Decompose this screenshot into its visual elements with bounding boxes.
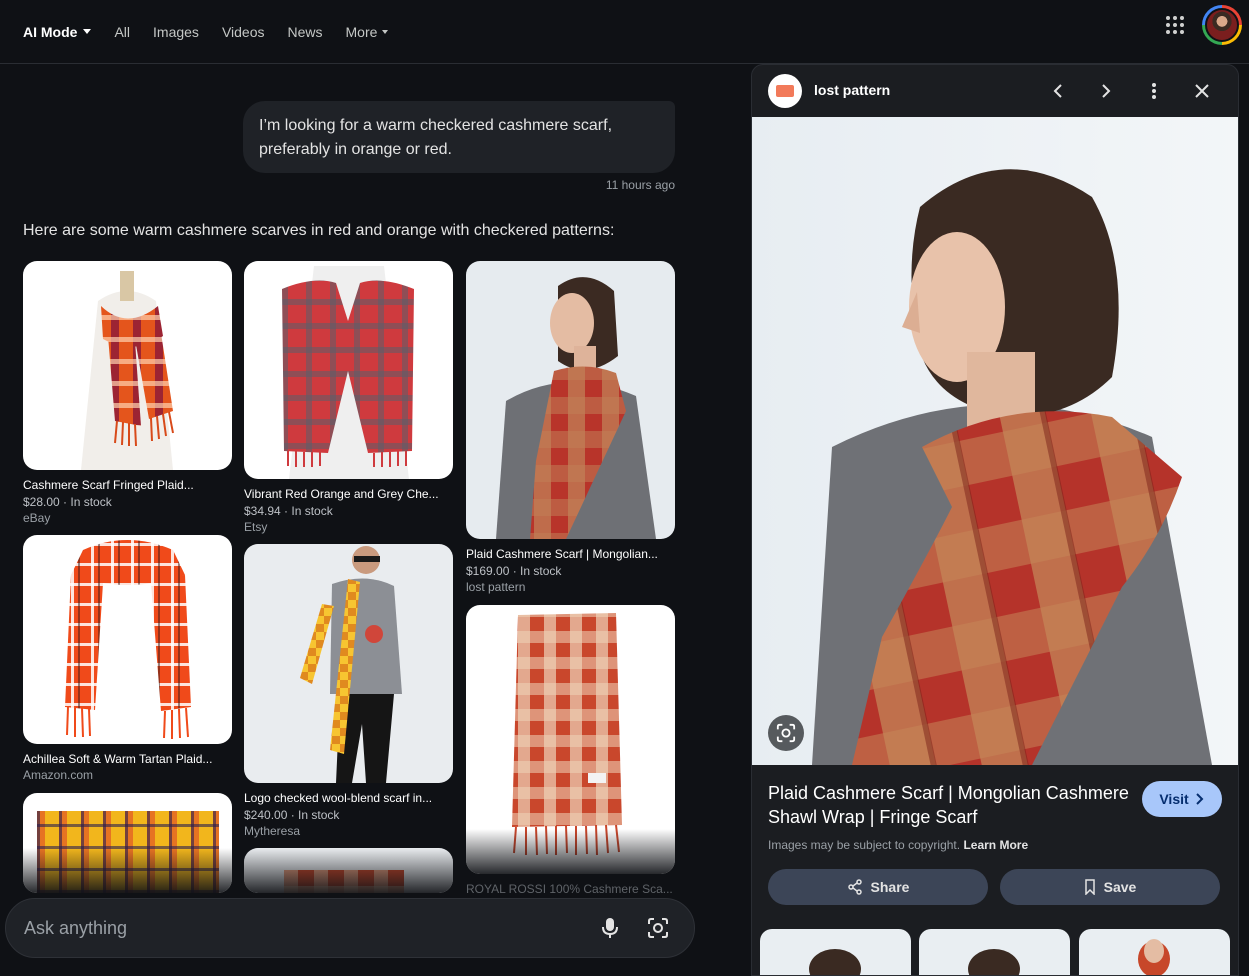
result-card[interactable]: Achillea Soft & Warm Tartan Plaid... Ama… <box>23 535 232 782</box>
related-image[interactable] <box>1079 929 1230 975</box>
tab-news-label: News <box>287 23 323 40</box>
apps-grid-icon[interactable] <box>1166 16 1184 34</box>
result-source[interactable]: Amazon.com <box>23 768 232 782</box>
ask-input[interactable] <box>24 917 598 939</box>
result-title[interactable]: Achillea Soft & Warm Tartan Plaid... <box>23 752 232 766</box>
copyright-text: Images may be subject to copyright. <box>768 838 961 852</box>
user-message-bubble: I’m looking for a warm checkered cashmer… <box>243 101 675 173</box>
copyright-notice: Images may be subject to copyright. Lear… <box>768 838 1028 852</box>
site-name[interactable]: lost pattern <box>814 82 890 98</box>
share-button[interactable]: Share <box>768 869 988 905</box>
tab-ai-mode[interactable]: AI Mode <box>23 0 92 63</box>
result-card[interactable]: ROYAL ROSSI 100% Cashmere Sca... <box>466 605 675 896</box>
yellow-plaid-scarf-image <box>37 811 219 893</box>
message-timestamp: 11 hours ago <box>605 178 675 192</box>
result-price-stock: $169.00 · In stock <box>466 564 562 578</box>
visit-label: Visit <box>1159 791 1189 807</box>
result-card[interactable]: Logo checked wool-blend scarf in... $240… <box>244 544 453 838</box>
result-price-stock: $240.00 · In stock <box>244 808 340 822</box>
rust-check-folded-scarf-image <box>512 613 622 856</box>
related-image[interactable] <box>919 929 1070 975</box>
result-price-stock: $34.94 · In stock <box>244 504 333 518</box>
learn-more-link[interactable]: Learn More <box>963 838 1028 852</box>
lens-camera-icon[interactable] <box>646 916 670 940</box>
detail-main-image[interactable] <box>752 117 1238 765</box>
scarf-on-mannequin-image <box>81 271 174 470</box>
lens-camera-icon <box>776 723 796 743</box>
share-label: Share <box>870 879 910 895</box>
result-title[interactable]: Logo checked wool-blend scarf in... <box>244 791 453 805</box>
chevron-down-icon <box>382 29 389 34</box>
tab-all[interactable]: All <box>114 0 130 63</box>
result-image[interactable] <box>23 793 232 893</box>
account-avatar[interactable] <box>1202 5 1242 45</box>
search-tabs: AI Mode All Images Videos News More <box>0 0 411 63</box>
lens-search-button[interactable] <box>768 715 804 751</box>
result-image[interactable] <box>23 261 232 470</box>
share-icon <box>847 879 862 895</box>
visit-button[interactable]: Visit <box>1142 781 1222 817</box>
related-image[interactable] <box>760 929 911 975</box>
avatar-photo <box>1205 8 1239 42</box>
tab-more-label: More <box>345 23 378 40</box>
chevron-right-icon[interactable] <box>1094 79 1118 103</box>
rust-plaid-scarf-image <box>284 870 404 893</box>
tab-news[interactable]: News <box>288 0 323 63</box>
site-favicon[interactable] <box>768 74 802 108</box>
result-image[interactable] <box>244 848 453 893</box>
close-icon[interactable] <box>1190 79 1214 103</box>
result-title[interactable]: Plaid Cashmere Scarf | Mongolian... <box>466 547 675 561</box>
tab-images[interactable]: Images <box>153 0 199 63</box>
image-detail-panel: lost pattern Plaid Cashmere Scarf | Mong… <box>751 64 1239 976</box>
result-image[interactable] <box>244 544 453 783</box>
chevron-down-icon <box>83 29 92 34</box>
result-title[interactable]: Vibrant Red Orange and Grey Che... <box>244 487 453 501</box>
result-card[interactable] <box>23 793 232 893</box>
save-button[interactable]: Save <box>1000 869 1220 905</box>
model-plaid-scarf-photo <box>812 169 1212 765</box>
answer-intro-text: Here are some warm cashmere scarves in r… <box>23 222 615 239</box>
top-navigation: AI Mode All Images Videos News More <box>0 0 1249 64</box>
related-model-image <box>968 949 1020 975</box>
result-price-stock: $28.00 · In stock <box>23 495 112 509</box>
result-image[interactable] <box>244 261 453 479</box>
result-card[interactable]: Plaid Cashmere Scarf | Mongolian... $169… <box>466 261 675 594</box>
ask-bar <box>5 898 695 958</box>
result-source[interactable]: Etsy <box>244 520 453 534</box>
related-model-image <box>1138 939 1170 975</box>
save-label: Save <box>1103 879 1137 895</box>
tab-more[interactable]: More <box>346 0 389 63</box>
result-card[interactable]: Cashmere Scarf Fringed Plaid... $28.00 ·… <box>23 261 232 525</box>
microphone-icon[interactable] <box>598 916 622 940</box>
red-grey-check-scarf-image <box>282 266 414 479</box>
model-wearing-checked-scarf-image <box>300 546 402 783</box>
related-model-image <box>809 949 861 975</box>
result-image[interactable] <box>466 261 675 539</box>
detail-title[interactable]: Plaid Cashmere Scarf | Mongolian Cashmer… <box>768 781 1133 829</box>
result-title[interactable]: ROYAL ROSSI 100% Cashmere Sca... <box>466 882 675 896</box>
result-card[interactable] <box>244 848 453 893</box>
panel-header: lost pattern <box>752 65 1238 117</box>
result-image[interactable] <box>466 605 675 874</box>
orange-tartan-scarf-image <box>65 540 191 739</box>
tab-ai-mode-label: AI Mode <box>23 23 78 40</box>
bookmark-icon <box>1084 879 1095 895</box>
chevron-left-icon[interactable] <box>1046 79 1070 103</box>
result-title[interactable]: Cashmere Scarf Fringed Plaid... <box>23 478 232 492</box>
tab-all-label: All <box>114 23 131 40</box>
result-image[interactable] <box>23 535 232 744</box>
result-card[interactable]: Vibrant Red Orange and Grey Che... $34.9… <box>244 261 453 534</box>
user-message-text: I’m looking for a warm checkered cashmer… <box>259 117 613 158</box>
result-source[interactable]: eBay <box>23 511 232 525</box>
result-source[interactable]: Mytheresa <box>244 824 453 838</box>
more-vert-icon[interactable] <box>1142 79 1166 103</box>
model-plaid-cashmere-scarf-image <box>496 277 656 539</box>
result-source[interactable]: lost pattern <box>466 580 675 594</box>
tab-videos[interactable]: Videos <box>222 0 265 63</box>
chevron-right-icon <box>1195 793 1204 805</box>
tab-videos-label: Videos <box>221 23 265 40</box>
tab-images-label: Images <box>153 23 199 40</box>
